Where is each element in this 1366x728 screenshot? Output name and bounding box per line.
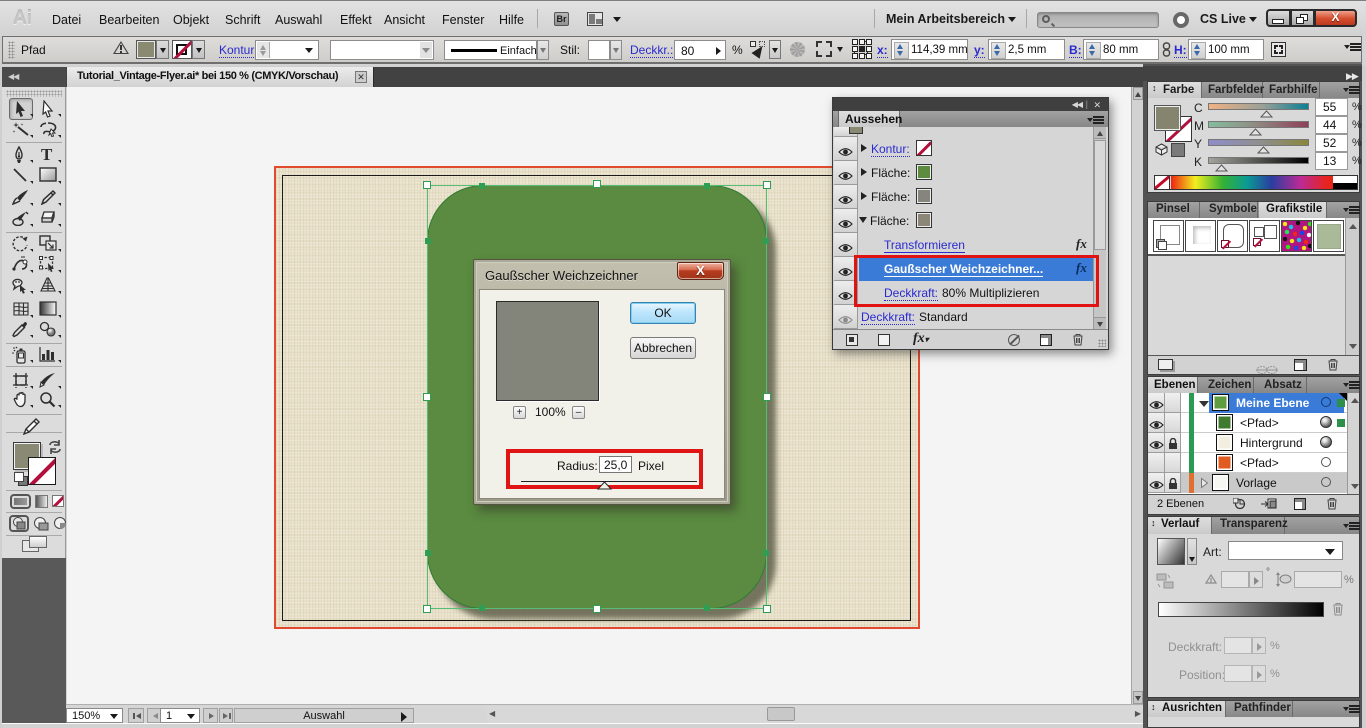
svg-text:T: T [41,146,53,163]
